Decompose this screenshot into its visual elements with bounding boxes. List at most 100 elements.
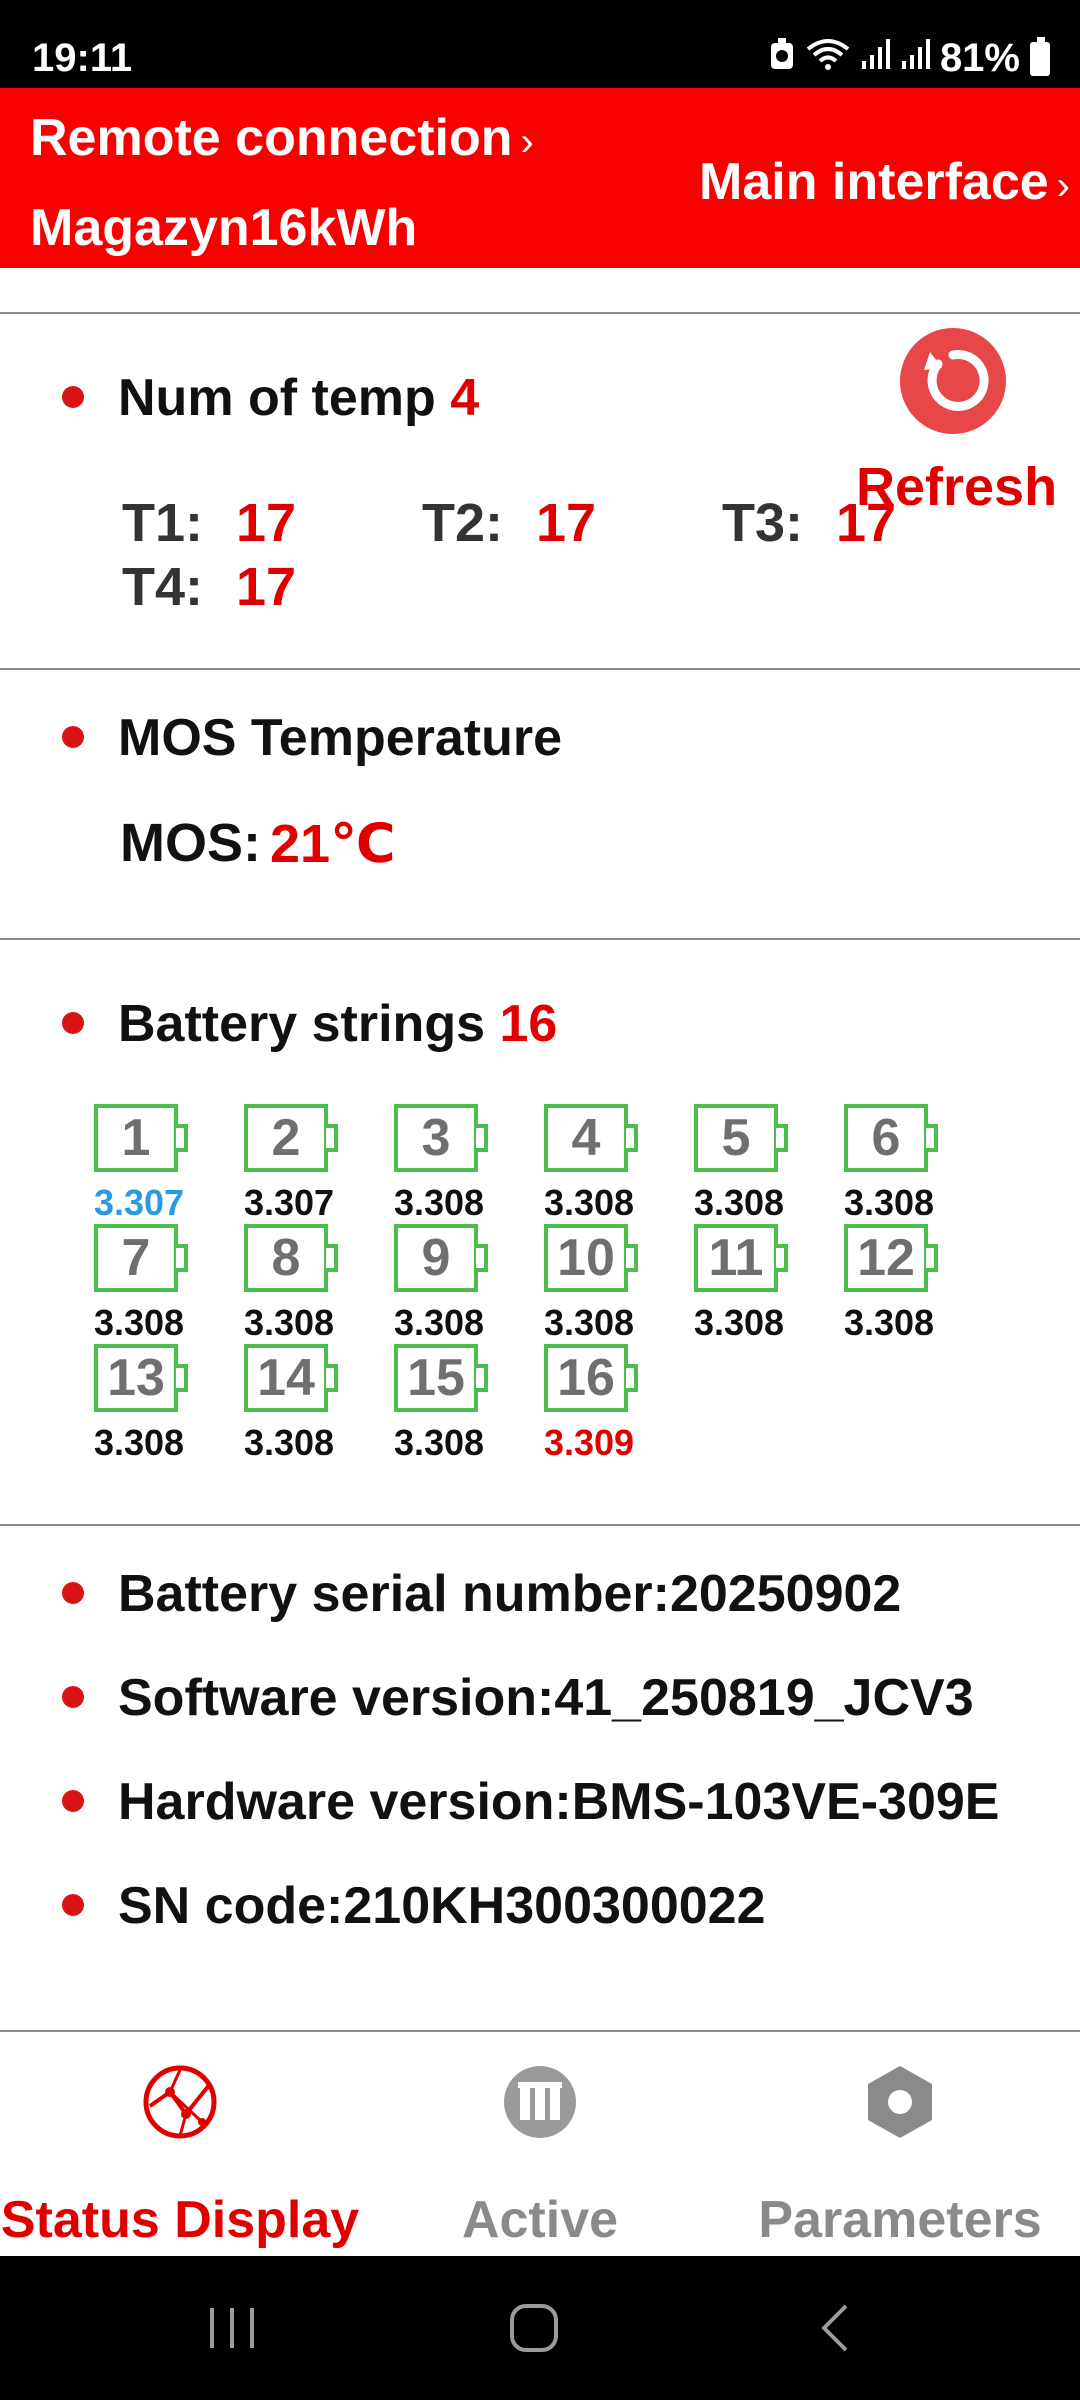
battery-cell: 14 3.308 [214,1344,364,1464]
nav-status-display-label: Status Display [0,2191,360,2249]
battery-cell: 5 3.308 [664,1104,814,1224]
device-name: Magazyn16kWh [30,199,418,257]
battery-strings-label: Battery strings [118,995,485,1053]
battery-cell-voltage: 3.308 [843,1302,935,1343]
nfc-icon [768,36,796,81]
chevron-right-icon: › [1056,164,1070,208]
battery-cell: 7 3.308 [64,1224,214,1344]
battery-cell-number: 15 [407,1349,465,1407]
remote-connection-link[interactable]: Remote connection › [30,108,534,168]
header: Remote connection › Magazyn16kWh Main int… [0,88,1080,268]
battery-cell-voltage: 3.308 [393,1422,485,1463]
battery-cell-voltage: 3.308 [243,1302,335,1343]
num-of-temp-count: 4 [450,369,480,427]
battery-cell-number: 9 [421,1229,451,1287]
nav-parameters[interactable]: Parameters [720,2032,1080,2256]
battery-cell-number: 4 [571,1109,601,1167]
parameters-icon [868,2066,932,2138]
battery-cell-number: 10 [557,1229,615,1287]
battery-cell-voltage: 3.308 [843,1182,935,1223]
chevron-right-icon: › [520,120,534,164]
status-time: 19:11 [32,36,133,80]
battery-cell-number: 8 [271,1229,301,1287]
battery-cell: 4 3.308 [514,1104,664,1224]
battery-cell-voltage: 3.308 [393,1182,485,1223]
mos-value: 21℃ [270,814,396,874]
battery-cell: 10 3.308 [514,1224,664,1344]
battery-icon [1030,36,1050,76]
num-of-temp-label: Num of temp [118,369,436,427]
mos-label: MOS: [120,813,261,873]
refresh-button[interactable] [900,328,1006,434]
battery-cell: 12 3.308 [814,1224,964,1344]
temp-sensor-label: T4: [122,557,203,617]
home-icon[interactable] [502,2296,566,2360]
battery-cell: 13 3.308 [64,1344,214,1464]
divider [0,938,1080,940]
battery-strings-count: 16 [499,995,558,1053]
nav-active[interactable]: Active [360,2032,720,2256]
divider [0,1524,1080,1526]
signal-icon-1 [860,36,890,81]
battery-cell: 6 3.308 [814,1104,964,1224]
battery-cell-voltage: 3.309 [543,1422,635,1463]
battery-cell-number: 16 [557,1349,615,1407]
status-icons: 81% [768,36,1050,81]
bullet [62,1894,84,1916]
battery-cell-voltage: 3.308 [93,1302,185,1343]
nav-active-label: Active [461,2191,619,2249]
battery-cell-number: 11 [708,1229,764,1287]
system-nav-bar [0,2256,1080,2400]
wifi-icon [806,36,850,81]
num-of-temp-title: Num of temp 4 [118,368,479,428]
back-icon[interactable] [806,2296,870,2360]
battery-cell-number: 3 [421,1109,451,1167]
battery-cell-number: 5 [721,1109,751,1167]
temp-sensor-value: 17 [236,557,297,617]
battery-cell-number: 12 [857,1229,915,1287]
temp-sensor-value: 17 [236,493,297,553]
temp-sensor-value: 17 [536,493,597,553]
nav-status-display[interactable]: Status Display [0,2032,360,2256]
status-display-icon [143,2065,217,2139]
nav-parameters-label: Parameters [758,2191,1042,2249]
battery-cell-voltage: 3.308 [243,1422,335,1463]
main-interface-link[interactable]: Main interface › [699,152,1070,212]
battery-cell-number: 1 [121,1109,151,1167]
battery-percent: 81% [939,36,1020,80]
bottom-nav: Status Display Active Parameters [0,2032,1080,2256]
battery-cell: 9 3.308 [364,1224,514,1344]
divider [0,312,1080,314]
refresh-icon [924,350,989,411]
temp-sensor-label: T2: [422,493,503,553]
bullet [62,386,84,408]
temp-sensor-label: T3: [722,493,803,553]
battery-strings-title: Battery strings 16 [118,994,557,1054]
battery-cell-voltage: 3.308 [393,1302,485,1343]
battery-cell: 3 3.308 [364,1104,514,1224]
sn-code: SN code:210KH300300022 [118,1877,766,1935]
battery-cell-voltage: 3.308 [693,1302,785,1343]
bullet [62,726,84,748]
battery-cell: 1 3.307 [64,1104,214,1224]
bullet [62,1686,84,1708]
bullet [62,1012,84,1034]
battery-cell-voltage: 3.307 [243,1182,335,1223]
mos-temperature-title: MOS Temperature [118,709,563,767]
software-version: Software version:41_250819_JCV3 [118,1669,974,1727]
battery-cell-voltage: 3.308 [543,1182,635,1223]
bullet [62,1582,84,1604]
bullet [62,1790,84,1812]
battery-serial-number: Battery serial number:20250902 [118,1565,902,1623]
battery-cell-number: 13 [107,1349,165,1407]
battery-cell-voltage: 3.307 [93,1182,185,1223]
battery-cell-number: 7 [121,1229,151,1287]
hardware-version: Hardware version:BMS-103VE-309E [118,1773,1000,1831]
refresh-label[interactable]: Refresh [856,456,1057,518]
battery-cell-voltage: 3.308 [693,1182,785,1223]
divider [0,668,1080,670]
battery-cell: 2 3.307 [214,1104,364,1224]
battery-cell-number: 6 [871,1109,901,1167]
recents-icon[interactable] [200,2296,264,2360]
battery-cell: 16 3.309 [514,1344,664,1464]
